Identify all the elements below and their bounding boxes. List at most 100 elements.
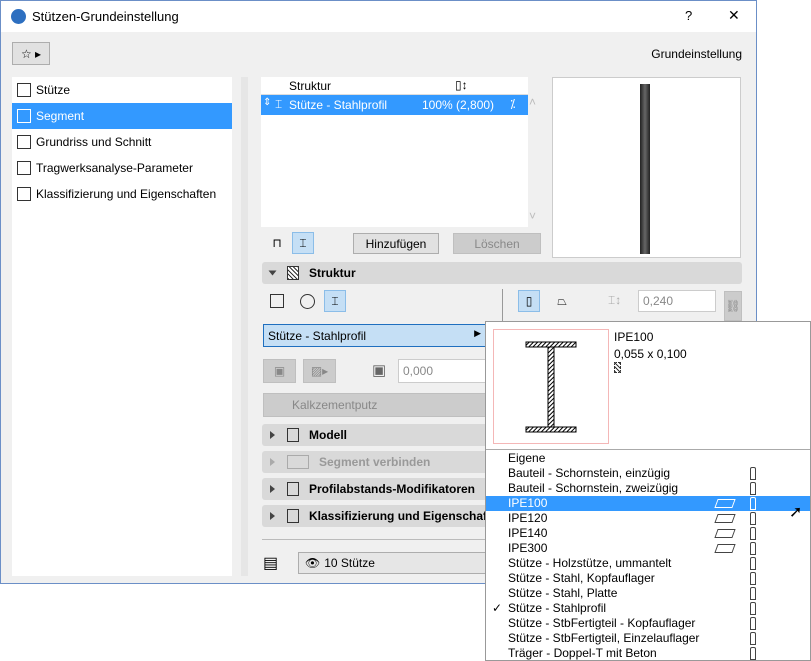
profile-modifier-icon <box>287 482 299 496</box>
link-button[interactable]: ⛓ <box>724 291 742 321</box>
column-icon <box>750 602 756 615</box>
title-bar: Stützen-Grundeinstellung ? ✕ <box>1 1 756 32</box>
profile-dropdown[interactable]: Stütze - Stahlprofil ▶ <box>263 324 486 347</box>
panel-splitter[interactable] <box>241 77 248 576</box>
preview-name: IPE100 <box>614 330 654 344</box>
sidebar-item-tragwerk[interactable]: Tragwerksanalyse-Parameter <box>12 155 232 181</box>
material-value: Kalkzementputz <box>292 398 378 412</box>
section-struktur[interactable]: Struktur <box>262 262 742 284</box>
help-button[interactable]: ? <box>685 8 692 23</box>
profile-preview <box>493 329 609 444</box>
sidebar-item-stuetze[interactable]: Stütze <box>12 77 232 103</box>
sidebar-item-label: Grundriss und Schnitt <box>36 135 152 149</box>
thickness-icon: ⌶↕ <box>608 293 622 307</box>
row-value: 100% (2,800) <box>422 98 495 112</box>
mouse-cursor-icon: ➚ <box>789 504 803 521</box>
section-title: Profilabstands-Modifikatoren <box>309 482 476 496</box>
app-logo-icon <box>11 9 26 24</box>
profile-list-item[interactable]: Stütze - Holzstütze, ummantelt <box>486 556 810 571</box>
sidebar-item-grundriss[interactable]: Grundriss und Schnitt <box>12 129 232 155</box>
table-row[interactable]: ⇕ ⌶ Stütze - Stahlprofil 100% (2,800) ⁒ <box>261 95 528 115</box>
column-icon <box>750 617 756 630</box>
column-icon <box>750 467 756 480</box>
profile-label: IPE100 <box>508 496 548 510</box>
section-title: Klassifizierung und Eigenschaften <box>309 509 506 523</box>
profile-label: Eigene <box>508 451 546 465</box>
profile-list-item[interactable]: IPE300 <box>486 541 810 556</box>
preview-size: 0,055 x 0,100 <box>614 347 687 361</box>
sidebar-item-segment[interactable]: Segment <box>12 103 232 129</box>
floorplan-icon <box>17 135 31 149</box>
profile-list-item[interactable]: Stütze - StbFertigteil, Einzelauflager <box>486 631 810 646</box>
reorder-handle-icon[interactable]: ⇕ <box>263 97 271 108</box>
window-title: Stützen-Grundeinstellung <box>32 9 179 24</box>
column-icon <box>750 572 756 585</box>
profile-list-item[interactable]: Eigene <box>486 451 810 466</box>
layers-icon: ▤ <box>263 555 279 572</box>
table-header: Struktur ▯↕ <box>261 77 528 95</box>
scroll-up-icon[interactable]: ˄ <box>529 95 536 109</box>
profile-label: Träger - Doppel-T mit Beton <box>508 646 657 660</box>
profile-list-item[interactable]: Stütze - Stahl, Platte <box>486 586 810 601</box>
straight-toggle[interactable]: ▯ <box>518 290 540 312</box>
profile-label: Stütze - StbFertigteil - Kopfauflager <box>508 616 696 630</box>
sidebar: Stütze Segment Grundriss und Schnitt Tra… <box>12 77 232 576</box>
hatch-icon <box>614 362 621 373</box>
profile-list-item[interactable]: IPE100 <box>486 496 810 511</box>
column-icon <box>750 632 756 645</box>
model-icon <box>287 428 299 442</box>
sidebar-item-label: Segment <box>36 109 85 123</box>
scroll-down-icon[interactable]: ˅ <box>529 209 536 223</box>
column-icon <box>750 587 756 600</box>
sidebar-item-label: Klassifizierung und Eigenschaften <box>36 187 217 201</box>
document-icon <box>17 187 31 201</box>
rectangle-shape-toggle[interactable] <box>266 290 288 312</box>
close-button[interactable]: ✕ <box>728 7 740 24</box>
material-dropdown[interactable]: Kalkzementputz <box>263 393 486 417</box>
profile-list-item[interactable]: ✓ Stütze - Stahlprofil <box>486 601 810 616</box>
thickness-input[interactable]: 0,240 <box>638 290 716 312</box>
profile-list-item[interactable]: Träger - Doppel-T mit Beton <box>486 646 810 661</box>
document-icon <box>287 509 299 523</box>
beam-icon <box>714 544 736 553</box>
layer-dropdown[interactable]: 👁 10 Stütze <box>298 552 488 574</box>
column-icon <box>750 542 756 555</box>
core-button[interactable]: ▣ <box>263 359 296 383</box>
fill-button[interactable]: ▨▸ <box>303 359 336 383</box>
offset-icon: ▣ <box>372 362 387 379</box>
profile-label: Stütze - Stahlprofil <box>508 601 607 615</box>
favorites-button[interactable]: ☆ ▸ <box>12 42 50 65</box>
profile-shape-toggle[interactable]: ⌶ <box>324 290 346 312</box>
sidebar-item-klassifizierung[interactable]: Klassifizierung und Eigenschaften <box>12 181 232 207</box>
i-beam-section-icon <box>525 341 577 433</box>
slant-icon: ⁒ <box>510 97 516 111</box>
divider <box>502 289 503 321</box>
profile-label: Stütze - Holzstütze, ummantelt <box>508 556 672 570</box>
profile-label: Stütze - StbFertigteil, Einzelauflager <box>508 631 700 645</box>
profile-list-item[interactable]: Bauteil - Schornstein, zweizügig <box>486 481 810 496</box>
separator <box>486 449 810 450</box>
circle-shape-toggle[interactable] <box>296 290 318 312</box>
profile-list-item[interactable]: Bauteil - Schornstein, einzügig <box>486 466 810 481</box>
layer-value: 10 Stütze <box>324 556 375 570</box>
column-icon <box>750 512 756 525</box>
column-header-struktur[interactable]: Struktur <box>289 79 331 93</box>
profile-list-item[interactable]: IPE120 <box>486 511 810 526</box>
add-button[interactable]: Hinzufügen <box>353 233 439 254</box>
profile-list-item[interactable]: IPE140 <box>486 526 810 541</box>
steel-profile-icon: ⌶ <box>275 97 283 111</box>
column-icon <box>750 557 756 570</box>
straight-segment-toggle[interactable]: ⊓ <box>266 232 288 254</box>
profile-segment-toggle[interactable]: ⌶ <box>292 232 314 254</box>
beam-icon <box>714 529 736 538</box>
profile-popup: IPE100 0,055 x 0,100 Eigene Bauteil - Sch… <box>485 321 811 661</box>
connect-icon <box>287 455 309 469</box>
delete-button[interactable]: Löschen <box>453 233 541 254</box>
tapered-toggle[interactable]: ⏢ <box>551 290 573 312</box>
section-title: Struktur <box>309 266 356 280</box>
profile-list-item[interactable]: Stütze - Stahl, Kopfauflager <box>486 571 810 586</box>
segments-table: Struktur ▯↕ ⇕ ⌶ Stütze - Stahlprofil 100… <box>261 77 528 227</box>
column-icon <box>750 647 756 660</box>
offset-input[interactable]: 0,000 <box>398 359 486 383</box>
profile-list-item[interactable]: Stütze - StbFertigteil - Kopfauflager <box>486 616 810 631</box>
